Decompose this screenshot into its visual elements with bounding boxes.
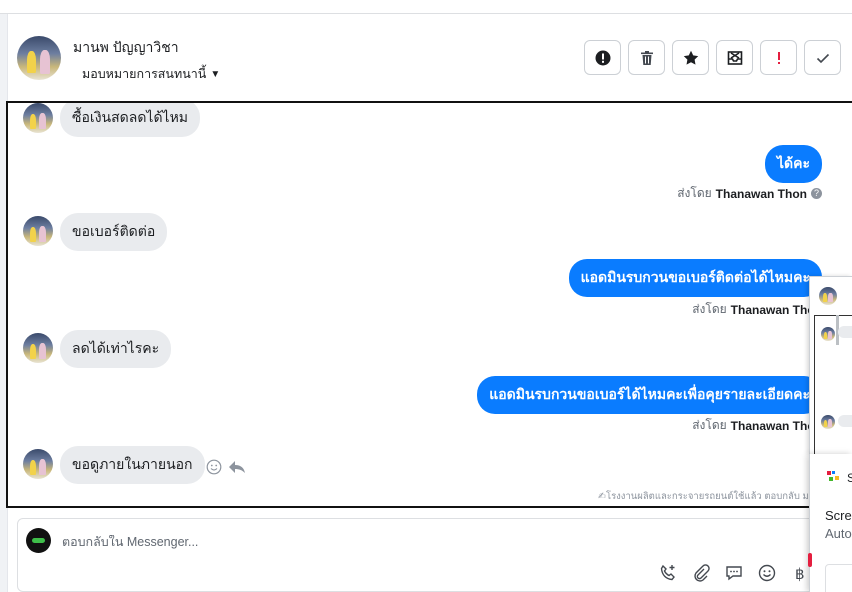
mark-done-button[interactable] xyxy=(804,40,841,75)
attach-button[interactable] xyxy=(691,563,711,583)
notification-line-1: Scre xyxy=(825,508,852,523)
preview-message-avatar xyxy=(821,415,835,429)
star-icon xyxy=(683,50,698,65)
notification-title: S xyxy=(847,471,852,485)
page-avatar xyxy=(26,528,51,553)
preview-divider xyxy=(814,315,852,316)
help-icon[interactable]: ? xyxy=(811,188,822,199)
outgoing-message[interactable]: ได้คะ xyxy=(764,145,822,183)
call-button[interactable] xyxy=(658,563,678,583)
notification-thumbnail xyxy=(825,564,852,592)
assign-conversation-dropdown[interactable]: มอบหมายการสนทนานี้ ▼ xyxy=(82,64,220,84)
preview-bubble xyxy=(838,326,852,338)
exclamation-icon xyxy=(777,51,780,64)
preview-message-avatar xyxy=(821,327,835,341)
preview-border xyxy=(814,315,815,454)
archive-icon xyxy=(727,50,742,65)
payment-button[interactable]: ฿ xyxy=(790,563,810,583)
sender-name[interactable]: Thanawan Thon xyxy=(716,187,807,201)
sent-by-label: ส่งโดย xyxy=(677,186,712,200)
sent-by-line: ส่งโดย Thanawan Thon xyxy=(692,300,822,319)
react-smiley-icon[interactable] xyxy=(206,459,222,475)
sent-by-line: ส่งโดย Thanawan Thon xyxy=(692,416,822,435)
conversation-header: มานพ ปัญญาวิชา มอบหมายการสนทนานี้ ▼ xyxy=(8,15,852,101)
archive-button[interactable] xyxy=(716,40,753,75)
sender-avatar xyxy=(23,103,53,133)
contact-avatar[interactable] xyxy=(17,36,61,80)
message-thread[interactable]: ซื้อเงินสดลดได้ไหม ได้คะ ส่งโดย Thanawan… xyxy=(6,101,852,508)
check-icon xyxy=(816,53,829,63)
composer-tools: ฿ xyxy=(658,563,810,583)
sender-avatar xyxy=(23,216,53,246)
thread-preview-popup[interactable] xyxy=(809,276,852,454)
caret-down-icon: ▼ xyxy=(210,68,221,80)
notification-panel[interactable]: S Scre Auto xyxy=(809,454,852,592)
sent-by-label: ส่งโดย xyxy=(692,418,727,432)
page-footer-note: ✍โรงงานผลิตและกระจายรถยนต์ใช้แล้ว ตอบกลั… xyxy=(598,491,815,502)
star-button[interactable] xyxy=(672,40,709,75)
trash-icon xyxy=(640,50,653,65)
sender-avatar xyxy=(23,449,53,479)
incoming-message[interactable]: ซื้อเงินสดลดได้ไหม xyxy=(60,103,201,137)
top-bar xyxy=(0,0,852,14)
header-actions xyxy=(584,40,841,75)
baht-icon: ฿ xyxy=(795,565,805,582)
delete-button[interactable] xyxy=(628,40,665,75)
notification-line-2: Auto xyxy=(825,526,852,541)
emoji-button[interactable] xyxy=(757,563,777,583)
chat-bubble-icon xyxy=(726,566,742,581)
mark-spam-button[interactable] xyxy=(584,40,621,75)
alert-circle-icon xyxy=(595,50,610,65)
phone-plus-icon xyxy=(660,564,675,581)
incoming-message[interactable]: ขอเบอร์ติดต่อ xyxy=(60,213,168,251)
app-logo-icon xyxy=(827,471,839,481)
outgoing-message[interactable]: แอดมินรบกวนขอเบอร์ได้ไหมคะเพื่อคุยรายละเ… xyxy=(477,376,822,414)
follow-up-button[interactable] xyxy=(760,40,797,75)
message-actions xyxy=(206,459,246,475)
sent-by-label: ส่งโดย xyxy=(692,302,727,316)
sent-by-line: ส่งโดย Thanawan Thon ? xyxy=(677,184,822,203)
svg-text:฿: ฿ xyxy=(795,565,805,582)
paperclip-icon xyxy=(694,564,710,582)
outgoing-message[interactable]: แอดมินรบกวนขอเบอร์ติดต่อได้ไหมคะ xyxy=(568,259,822,297)
incoming-message[interactable]: ขอดูภายในภายนอก xyxy=(60,446,205,484)
smiley-icon xyxy=(758,564,776,582)
assign-label: มอบหมายการสนทนานี้ xyxy=(82,67,207,81)
preview-bubble xyxy=(838,415,852,427)
reply-input[interactable] xyxy=(62,535,662,549)
incoming-message[interactable]: ลดได้เท่าไรคะ xyxy=(60,330,172,368)
preview-avatar xyxy=(819,287,837,305)
reply-composer: ฿ xyxy=(17,518,817,592)
sender-avatar xyxy=(23,333,53,363)
reply-icon[interactable] xyxy=(228,459,246,475)
alert-indicator xyxy=(808,553,812,567)
contact-name[interactable]: มานพ ปัญญาวิชา xyxy=(73,37,179,59)
saved-replies-button[interactable] xyxy=(724,563,744,583)
